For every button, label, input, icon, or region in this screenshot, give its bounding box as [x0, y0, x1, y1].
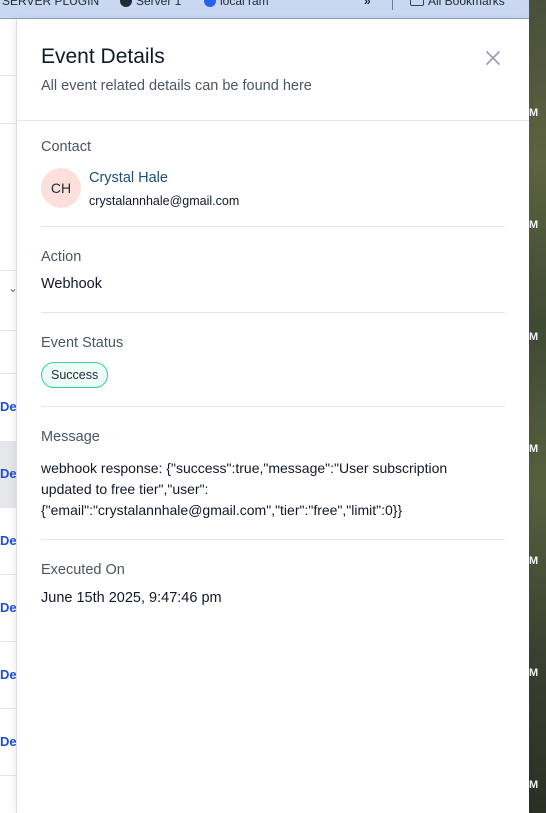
contact-name-link[interactable]: Crystal Hale: [89, 170, 168, 186]
close-button[interactable]: [482, 47, 504, 69]
bookmark-local-ram[interactable]: local ram: [204, 0, 269, 8]
status-section: Event Status Success: [41, 335, 505, 388]
row-details-link[interactable]: Det: [0, 399, 16, 414]
row-details-link[interactable]: Det: [0, 466, 16, 481]
clock-fragment: M: [529, 107, 539, 119]
divider: [0, 507, 16, 508]
background-page: ⌄ Det Det Det Det Det Det: [0, 19, 17, 813]
bookmarks-overflow-button[interactable]: »: [364, 0, 371, 8]
clock-fragment: M: [529, 667, 539, 679]
row-details-link[interactable]: Det: [0, 734, 16, 749]
row-details-link[interactable]: Det: [0, 533, 16, 548]
divider: [41, 406, 505, 407]
bookmark-label: SERVER PLUGIN: [2, 0, 100, 8]
row-details-link[interactable]: Det: [0, 667, 16, 682]
contact-card: CH Crystal Hale crystalannhale@gmail.com: [41, 168, 505, 210]
message-label: Message: [41, 429, 100, 445]
desktop-wallpaper: M M M M M M M: [529, 0, 546, 813]
contact-email: crystalannhale@gmail.com: [89, 194, 240, 208]
divider: [41, 539, 505, 540]
action-section: Action Webhook: [41, 249, 505, 292]
drawer-header: Event Details All event related details …: [17, 19, 529, 121]
executed-value: June 15th 2025, 9:47:46 pm: [41, 590, 222, 606]
bookmark-label: Server 1: [136, 0, 182, 8]
divider: [0, 641, 16, 642]
bookmark-label: local ram: [220, 0, 269, 8]
action-label: Action: [41, 249, 82, 265]
chevron-double-right-icon: »: [364, 0, 371, 8]
divider: [0, 330, 16, 331]
close-icon: [486, 51, 500, 65]
divider: [0, 708, 16, 709]
clock-fragment: M: [529, 443, 539, 455]
action-value: Webhook: [41, 276, 102, 292]
message-value: webhook response: {"success":true,"messa…: [41, 460, 448, 518]
contact-section: Contact: [41, 139, 505, 155]
globe-icon: [120, 0, 132, 7]
bookmark-label: All Bookmarks: [428, 0, 505, 8]
divider: [41, 312, 505, 313]
event-details-drawer: Event Details All event related details …: [17, 19, 529, 813]
bookmark-server-1[interactable]: Server 1: [120, 0, 181, 8]
chevron-down-icon[interactable]: ⌄: [8, 281, 16, 295]
clock-fragment: M: [529, 331, 539, 343]
clock-fragment: M: [529, 555, 539, 567]
bookmark-server-plugin[interactable]: SERVER PLUGIN: [2, 0, 99, 8]
divider: [0, 75, 16, 76]
divider: [0, 574, 16, 575]
divider: [41, 226, 505, 227]
bookmarks-separator: [392, 0, 393, 10]
row-details-link[interactable]: Det: [0, 600, 16, 615]
globe-icon: [204, 0, 216, 7]
bookmarks-bar: SERVER PLUGIN Server 1 local ram » All B…: [0, 0, 546, 19]
drawer-title: Event Details: [41, 45, 165, 68]
drawer-subtitle: All event related details can be found h…: [41, 78, 312, 94]
clock-fragment: M: [529, 219, 539, 231]
divider: [0, 373, 16, 374]
all-bookmarks-button[interactable]: All Bookmarks: [410, 0, 505, 8]
divider: [0, 123, 16, 124]
folder-icon: [410, 0, 424, 6]
divider: [0, 270, 16, 271]
contact-label: Contact: [41, 139, 91, 155]
message-section: Message webhook response: {"success":tru…: [41, 429, 505, 521]
status-badge: Success: [41, 362, 109, 388]
avatar: CH: [41, 168, 81, 208]
clock-fragment: M: [529, 779, 539, 791]
status-label: Event Status: [41, 335, 124, 351]
executed-section: Executed On June 15th 2025, 9:47:46 pm: [41, 562, 505, 606]
divider: [0, 775, 16, 776]
executed-label: Executed On: [41, 562, 125, 578]
